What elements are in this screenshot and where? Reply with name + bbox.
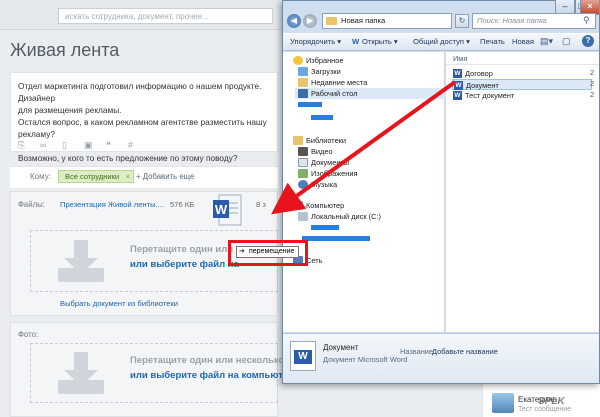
drag-tooltip-text: перемещение [249, 248, 295, 255]
watermark: SPLK [538, 396, 565, 407]
move-cursor-icon: ➔ [239, 248, 245, 255]
annotation-arrow [271, 80, 457, 215]
drag-tooltip: ➔ перемещение [236, 246, 300, 258]
